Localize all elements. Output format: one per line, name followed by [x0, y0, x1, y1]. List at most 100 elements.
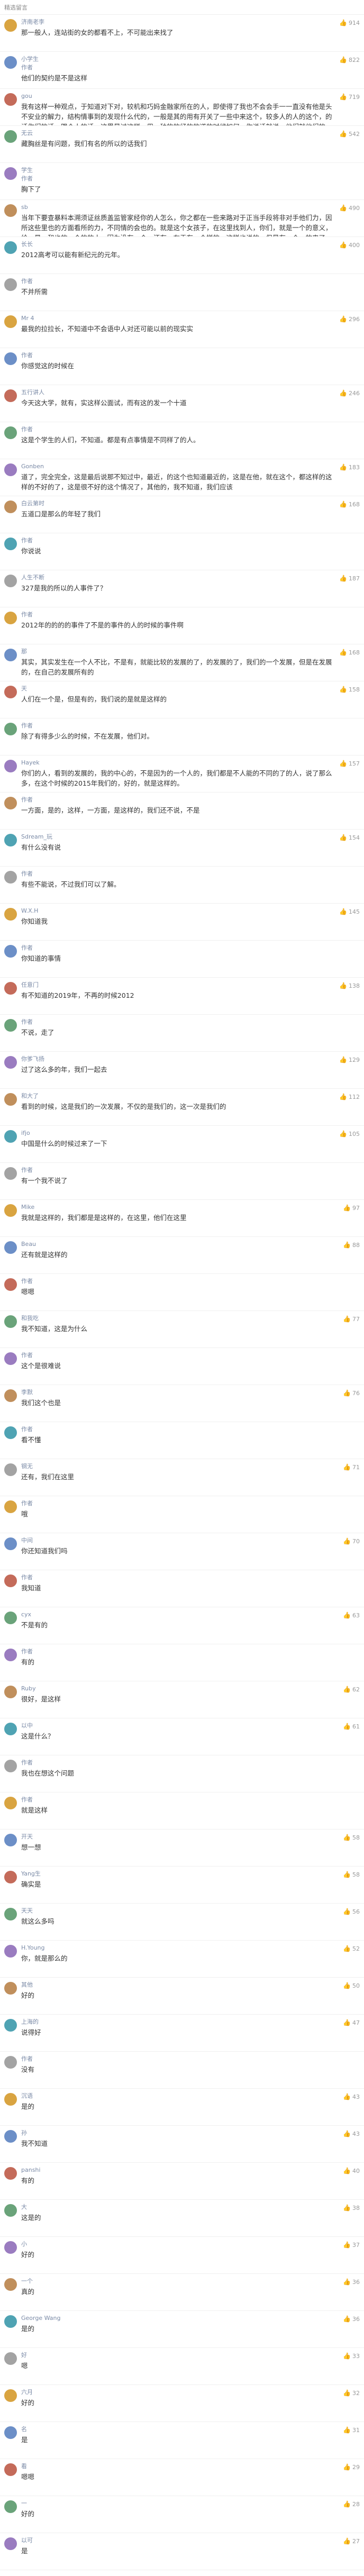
- like-button[interactable]: 👍 183: [339, 463, 360, 471]
- like-button[interactable]: 👍 246: [339, 389, 360, 397]
- avatar[interactable]: [4, 1426, 17, 1439]
- comment-username[interactable]: 李默: [21, 1388, 335, 1397]
- comment-username[interactable]: H.Young: [21, 1944, 335, 1952]
- comment-username[interactable]: 一: [21, 2499, 335, 2508]
- avatar[interactable]: [4, 1167, 17, 1180]
- avatar[interactable]: [4, 241, 17, 254]
- comment-username[interactable]: Gonben: [21, 462, 335, 471]
- comment-username[interactable]: George Wang: [21, 2314, 335, 2323]
- comment-username[interactable]: 作者: [21, 796, 335, 804]
- like-button[interactable]: 👍 154: [339, 834, 360, 841]
- avatar[interactable]: [4, 2056, 17, 2069]
- comment-username[interactable]: Sdream_玩: [21, 833, 335, 841]
- avatar[interactable]: [4, 723, 17, 735]
- avatar[interactable]: [4, 760, 17, 772]
- avatar[interactable]: [4, 2352, 17, 2365]
- avatar[interactable]: [4, 1834, 17, 1846]
- like-button[interactable]: 👍 138: [339, 982, 360, 989]
- comment-username[interactable]: 作者: [21, 611, 335, 619]
- avatar[interactable]: [4, 2130, 17, 2143]
- avatar[interactable]: [4, 1612, 17, 1624]
- avatar[interactable]: [4, 2500, 17, 2513]
- avatar[interactable]: [4, 982, 17, 995]
- avatar[interactable]: [4, 463, 17, 476]
- avatar[interactable]: [4, 871, 17, 884]
- like-button[interactable]: 👍 158: [339, 686, 360, 693]
- avatar[interactable]: [4, 1537, 17, 1550]
- avatar[interactable]: [4, 130, 17, 143]
- comment-username[interactable]: 作者: [21, 1796, 335, 1804]
- like-button[interactable]: 👍 29: [343, 2463, 360, 2471]
- like-button[interactable]: 👍 97: [343, 1204, 360, 1212]
- avatar[interactable]: [4, 1686, 17, 1698]
- like-button[interactable]: 👍 58: [343, 1871, 360, 1878]
- avatar[interactable]: [4, 19, 17, 32]
- like-button[interactable]: 👍 719: [339, 93, 360, 101]
- like-button[interactable]: 👍 76: [343, 1389, 360, 1397]
- avatar[interactable]: [4, 834, 17, 846]
- avatar[interactable]: [4, 1574, 17, 1587]
- avatar[interactable]: [4, 2019, 17, 2032]
- like-button[interactable]: 👍 61: [343, 1723, 360, 1730]
- comment-username[interactable]: 小学生: [21, 55, 335, 63]
- comment-username[interactable]: 作者: [21, 536, 335, 545]
- comment-username[interactable]: 名: [21, 2425, 335, 2434]
- like-button[interactable]: 👍 62: [343, 1686, 360, 1693]
- avatar[interactable]: [4, 612, 17, 624]
- comment-username[interactable]: Mike: [21, 1203, 335, 1212]
- comment-username[interactable]: Mr 4: [21, 314, 335, 323]
- comment-username[interactable]: 作者: [21, 1573, 335, 1582]
- comment-username[interactable]: 天天: [21, 1907, 335, 1915]
- avatar[interactable]: [4, 1649, 17, 1661]
- comment-username[interactable]: 作者: [21, 722, 335, 730]
- like-button[interactable]: 👍 58: [343, 1834, 360, 1841]
- comment-username[interactable]: 以可: [21, 2536, 335, 2545]
- comment-username[interactable]: 小: [21, 2240, 335, 2249]
- like-button[interactable]: 👍 145: [339, 908, 360, 915]
- comment-username[interactable]: 作者: [21, 351, 335, 360]
- avatar[interactable]: [4, 1389, 17, 1402]
- avatar[interactable]: [4, 2278, 17, 2291]
- like-button[interactable]: 👍 157: [339, 760, 360, 767]
- avatar[interactable]: [4, 908, 17, 921]
- comment-username[interactable]: 大: [21, 2203, 335, 2211]
- comment-username[interactable]: gou: [21, 92, 335, 101]
- comment-username[interactable]: 作者: [21, 1647, 335, 1656]
- avatar[interactable]: [4, 1315, 17, 1328]
- comment-username[interactable]: 作者: [21, 944, 335, 952]
- avatar[interactable]: [4, 1278, 17, 1291]
- comment-username[interactable]: 任意门: [21, 981, 335, 989]
- comment-username[interactable]: 作者: [21, 2055, 335, 2063]
- comment-username[interactable]: 六月: [21, 2388, 335, 2397]
- like-button[interactable]: 👍 33: [343, 2352, 360, 2360]
- avatar[interactable]: [4, 2241, 17, 2254]
- avatar[interactable]: [4, 2093, 17, 2106]
- like-button[interactable]: 👍 50: [343, 1982, 360, 1989]
- like-button[interactable]: 👍 47: [343, 2019, 360, 2026]
- comment-username[interactable]: 和大了: [21, 1092, 335, 1100]
- comment-username[interactable]: Beau: [21, 1240, 335, 1249]
- comment-username[interactable]: 沉语: [21, 2092, 335, 2100]
- avatar[interactable]: [4, 93, 17, 106]
- avatar[interactable]: [4, 2167, 17, 2180]
- avatar[interactable]: [4, 649, 17, 661]
- like-button[interactable]: 👍 52: [343, 1945, 360, 1952]
- comment-username[interactable]: 学生: [21, 166, 335, 175]
- like-button[interactable]: 👍 187: [339, 575, 360, 582]
- avatar[interactable]: [4, 2463, 17, 2476]
- like-button[interactable]: 👍 31: [343, 2426, 360, 2434]
- avatar[interactable]: [4, 797, 17, 809]
- comment-username[interactable]: Yang生: [21, 1870, 335, 1878]
- comment-username[interactable]: 天: [21, 685, 335, 693]
- like-button[interactable]: 👍 77: [343, 1315, 360, 1323]
- avatar[interactable]: [4, 315, 17, 328]
- avatar[interactable]: [4, 167, 17, 180]
- avatar[interactable]: [4, 1463, 17, 1476]
- avatar[interactable]: [4, 1352, 17, 1365]
- comment-username[interactable]: W.X.H: [21, 907, 335, 915]
- comment-username[interactable]: 人生不断: [21, 574, 335, 582]
- comment-username[interactable]: panshi: [21, 2166, 335, 2174]
- comment-username[interactable]: 作者: [21, 425, 335, 434]
- avatar[interactable]: [4, 1871, 17, 1883]
- avatar[interactable]: [4, 1204, 17, 1217]
